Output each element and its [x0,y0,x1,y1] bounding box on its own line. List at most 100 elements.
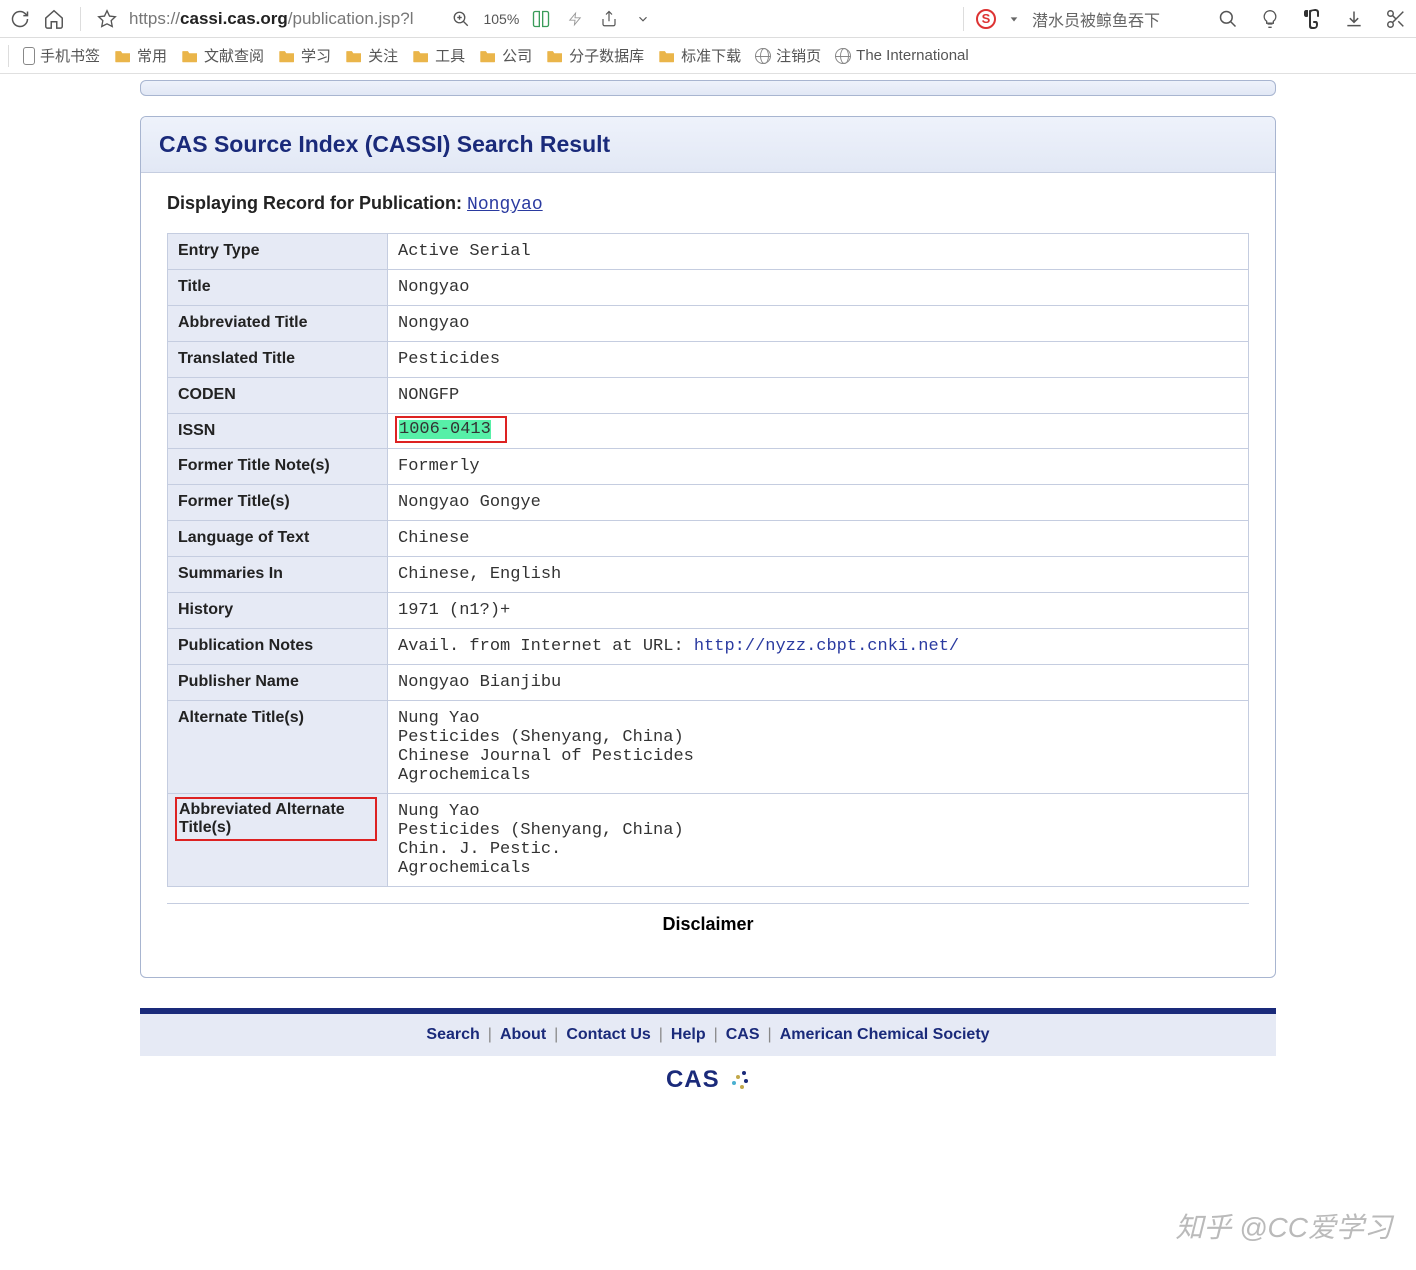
row-value: NONGFP [388,378,1249,414]
displaying-record: Displaying Record for Publication: Nongy… [167,193,1249,215]
row-key: Summaries In [168,557,388,593]
scissors-icon[interactable] [1384,7,1408,31]
table-row: Alternate Title(s)Nung YaoPesticides (Sh… [168,701,1249,794]
bookmark-globe[interactable]: The International [835,47,969,64]
row-value: Active Serial [388,234,1249,270]
table-row: Publisher NameNongyao Bianjibu [168,665,1249,701]
find-icon[interactable] [1216,7,1240,31]
displaying-prefix: Displaying Record for Publication: [167,193,467,213]
sogou-icon[interactable]: S [976,9,996,29]
row-value: Chinese [388,521,1249,557]
table-row: Entry TypeActive Serial [168,234,1249,270]
row-key: Former Title Note(s) [168,449,388,485]
row-value: 1971 (n1?)+ [388,593,1249,629]
bookmark-label: 手机书签 [40,45,100,66]
bookmark-folder[interactable]: 关注 [345,45,398,66]
search-input[interactable] [1032,10,1192,28]
top-panel-sliver [140,80,1276,96]
row-value: Nongyao [388,306,1249,342]
table-row: CODENNONGFP [168,378,1249,414]
bookmark-globe[interactable]: 注销页 [755,45,821,66]
page-content: CAS Source Index (CASSI) Search Result D… [0,80,1416,1098]
table-row: Abbreviated Alternate Title(s)Nung YaoPe… [168,794,1249,887]
star-icon[interactable] [95,7,119,31]
home-icon[interactable] [42,7,66,31]
folder-icon [181,49,199,63]
row-value: Nung YaoPesticides (Shenyang, China)Chin… [388,794,1249,887]
footer-link[interactable]: About [500,1026,546,1043]
row-value: Pesticides [388,342,1249,378]
table-row: Abbreviated TitleNongyao [168,306,1249,342]
row-key: Language of Text [168,521,388,557]
bookmark-folder[interactable]: 文献查阅 [181,45,264,66]
bookmark-folder[interactable]: 分子数据库 [546,45,644,66]
row-key: Publisher Name [168,665,388,701]
row-value: Nung YaoPesticides (Shenyang, China)Chin… [388,701,1249,794]
table-row: Language of TextChinese [168,521,1249,557]
row-key: Alternate Title(s) [168,701,388,794]
row-key: Former Title(s) [168,485,388,521]
cas-logo: CAS [140,1056,1276,1098]
bookmark-label: 分子数据库 [569,45,644,66]
folder-icon [412,49,430,63]
row-value: Nongyao Gongye [388,485,1249,521]
url-protocol: https:// [129,9,180,28]
table-row: Summaries InChinese, English [168,557,1249,593]
folder-icon [658,49,676,63]
bookmark-label: 公司 [502,45,532,66]
reader-icon[interactable] [529,7,553,31]
page-title: CAS Source Index (CASSI) Search Result [159,131,1257,158]
chevron-down-icon[interactable] [631,7,655,31]
browser-toolbar: https://cassi.cas.org/publication.jsp?l … [0,0,1416,38]
row-key: Abbreviated Title [168,306,388,342]
bookmark-folder[interactable]: 标准下载 [658,45,741,66]
result-header: CAS Source Index (CASSI) Search Result [141,117,1275,173]
table-row: Translated TitlePesticides [168,342,1249,378]
footer-link[interactable]: Help [671,1026,706,1043]
result-body: Displaying Record for Publication: Nongy… [141,173,1275,977]
bookmark-phone[interactable]: 手机书签 [23,45,100,66]
row-key: CODEN [168,378,388,414]
row-value: Nongyao [388,270,1249,306]
bulb-icon[interactable] [1258,7,1282,31]
bookmark-folder[interactable]: 常用 [114,45,167,66]
row-key: History [168,593,388,629]
footer-link[interactable]: American Chemical Society [780,1026,990,1043]
footer-link[interactable]: Search [426,1026,479,1043]
cas-logo-dots [728,1069,750,1091]
bookmark-folder[interactable]: 公司 [479,45,532,66]
folder-icon [278,49,296,63]
bookmark-folder[interactable]: 工具 [412,45,465,66]
table-row: TitleNongyao [168,270,1249,306]
disclaimer-link[interactable]: Disclaimer [167,903,1249,953]
row-key: ISSN [168,414,388,449]
bookmark-label: 关注 [368,45,398,66]
cas-logo-text: CAS [666,1066,720,1093]
share-icon[interactable] [597,7,621,31]
search-chevron-icon[interactable] [1002,7,1026,31]
row-key: Title [168,270,388,306]
footer: Search|About|Contact Us|Help|CAS|America… [140,1008,1276,1098]
data-table: Entry TypeActive SerialTitleNongyaoAbbre… [167,233,1249,887]
table-row: Former Title(s)Nongyao Gongye [168,485,1249,521]
reload-icon[interactable] [8,7,32,31]
folder-icon [114,49,132,63]
bookmark-label: 常用 [137,45,167,66]
evernote-icon[interactable] [1300,7,1324,31]
bookmark-folder[interactable]: 学习 [278,45,331,66]
folder-icon [546,49,564,63]
footer-link[interactable]: Contact Us [566,1026,650,1043]
phone-icon [23,47,35,65]
bookmark-label: 学习 [301,45,331,66]
lightning-icon[interactable] [563,7,587,31]
bookmark-label: 工具 [435,45,465,66]
browser-search: S [957,7,1192,31]
table-row: Publication NotesAvail. from Internet at… [168,629,1249,665]
zoom-icon[interactable] [449,7,473,31]
footer-link[interactable]: CAS [726,1026,760,1043]
row-key: Entry Type [168,234,388,270]
url-bar[interactable]: https://cassi.cas.org/publication.jsp?l [129,9,413,29]
publication-link[interactable]: Nongyao [467,195,543,215]
download-icon[interactable] [1342,7,1366,31]
publication-url-link[interactable]: http://nyzz.cbpt.cnki.net/ [694,637,959,656]
